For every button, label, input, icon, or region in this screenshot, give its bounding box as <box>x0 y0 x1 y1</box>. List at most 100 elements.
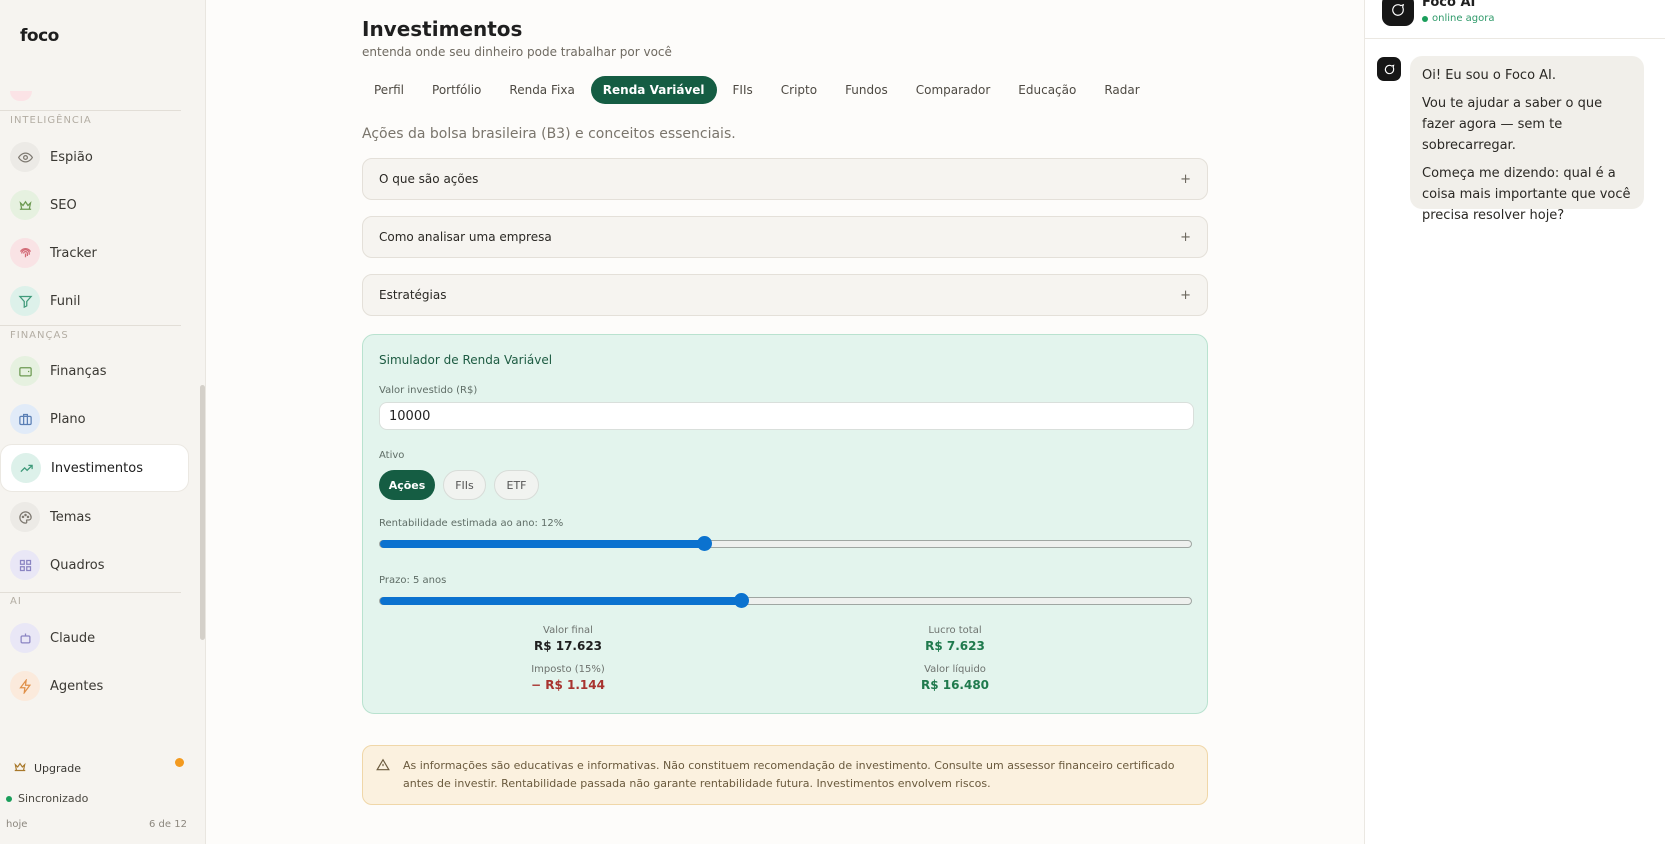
sidebar-item-tracker[interactable]: Tracker <box>0 229 189 277</box>
sidebar-item-plano[interactable]: Plano <box>0 395 189 443</box>
simulator-card: Simulador de Renda Variável Valor invest… <box>362 334 1208 714</box>
asset-option-fiis[interactable]: FIIs <box>443 470 486 500</box>
chat-header: Foco AI online agora <box>1365 0 1665 39</box>
divider <box>0 325 181 326</box>
sidebar-item-label: Tracker <box>50 245 97 261</box>
stat-label: Valor final <box>543 625 593 636</box>
stat-label: Imposto (15%) <box>531 664 605 675</box>
section-title-inteligencia: INTELIGÊNCIA <box>10 115 92 126</box>
term-slider[interactable] <box>379 593 1192 608</box>
upgrade-button[interactable]: Upgrade <box>13 760 81 777</box>
chat-avatar <box>1382 0 1414 26</box>
amount-label: Valor investido (R$) <box>379 385 478 396</box>
sidebar-item-label: Finanças <box>50 363 107 379</box>
tab-renda-fixa[interactable]: Renda Fixa <box>497 76 586 104</box>
progress-count: 6 de 12 <box>149 819 187 830</box>
logo[interactable]: foco <box>20 26 59 46</box>
tab-portfolio[interactable]: Portfólio <box>420 76 493 104</box>
stat-value: R$ 7.623 <box>925 639 985 653</box>
sidebar-scrollbar[interactable] <box>200 385 205 640</box>
chat-message: Oi! Eu sou o Foco AI. Vou te ajudar a sa… <box>1410 56 1644 223</box>
return-label: Rentabilidade estimada ao ano: 12% <box>379 518 564 529</box>
tab-fundos[interactable]: Fundos <box>833 76 900 104</box>
sidebar-item-espiao[interactable]: Espião <box>0 133 189 181</box>
sidebar-item-investimentos[interactable]: Investimentos <box>0 444 189 492</box>
tab-fiis[interactable]: FIIs <box>721 76 765 104</box>
sidebar-item-label: Funil <box>50 293 81 309</box>
palette-icon <box>10 502 40 532</box>
sidebar-item-claude[interactable]: Claude <box>0 614 189 662</box>
stat-final-value: Valor final R$ 17.623 <box>468 625 668 653</box>
sidebar-item-financas[interactable]: Finanças <box>0 347 189 395</box>
message-line: Oi! Eu sou o Foco AI. <box>1422 68 1557 83</box>
stat-tax: Imposto (15%) − R$ 1.144 <box>468 664 668 692</box>
crown-icon <box>10 190 40 220</box>
main-content: Investimentos entenda onde seu dinheiro … <box>207 0 1362 844</box>
message-line: Vou te ajudar a saber o que fazer agora … <box>1422 96 1603 153</box>
stat-profit: Lucro total R$ 7.623 <box>855 625 1055 653</box>
crown-icon <box>13 760 27 777</box>
accordion-o-que-sao-acoes[interactable]: O que são ações + <box>362 158 1208 200</box>
tab-cripto[interactable]: Cripto <box>769 76 829 104</box>
sidebar-item-label: Temas <box>50 509 92 525</box>
simulator-title: Simulador de Renda Variável <box>379 353 553 367</box>
bot-icon <box>10 623 40 653</box>
sidebar-item-label: Agentes <box>50 678 104 694</box>
disclaimer-text: As informações são educativas e informat… <box>403 759 1175 790</box>
tab-radar[interactable]: Radar <box>1092 76 1151 104</box>
tabs: Perfil Portfólio Renda Fixa Renda Variáv… <box>362 76 1152 104</box>
tab-renda-variavel[interactable]: Renda Variável <box>590 76 717 104</box>
fingerprint-icon <box>10 238 40 268</box>
sidebar-item-seo[interactable]: SEO <box>0 181 189 229</box>
section-intro: Ações da bolsa brasileira (B3) e conceit… <box>362 126 736 142</box>
sidebar: foco INTELIGÊNCIA Espião SEO Tracker Fun… <box>0 0 206 844</box>
chat-status: online agora <box>1422 13 1495 24</box>
stat-value: − R$ 1.144 <box>531 678 605 692</box>
disclaimer: As informações são educativas e informat… <box>362 745 1208 805</box>
slider-thumb[interactable] <box>734 593 749 608</box>
return-slider[interactable] <box>379 536 1192 551</box>
warning-icon <box>376 758 390 778</box>
sidebar-item-label: Espião <box>50 149 93 165</box>
divider <box>0 592 181 593</box>
message-avatar <box>1377 57 1401 81</box>
briefcase-icon <box>10 404 40 434</box>
stat-net-value: Valor líquido R$ 16.480 <box>855 664 1055 692</box>
plus-icon: + <box>1180 229 1191 245</box>
message-circle-icon <box>1392 3 1405 16</box>
sidebar-item-label: Plano <box>50 411 86 427</box>
eye-icon <box>10 142 40 172</box>
grid-icon <box>10 550 40 580</box>
message-line: Começa me dizendo: qual é a coisa mais i… <box>1422 166 1631 223</box>
accordion-como-analisar[interactable]: Como analisar uma empresa + <box>362 216 1208 258</box>
sync-label: Sincronizado <box>18 792 89 805</box>
sidebar-item-temas[interactable]: Temas <box>0 493 189 541</box>
page-subtitle: entenda onde seu dinheiro pode trabalhar… <box>362 45 672 59</box>
sidebar-item-funil[interactable]: Funil <box>0 277 189 325</box>
tab-educacao[interactable]: Educação <box>1006 76 1088 104</box>
sidebar-item-label: Investimentos <box>51 460 143 476</box>
trending-up-icon <box>11 453 41 483</box>
amount-input[interactable]: 10000 <box>379 402 1194 430</box>
stat-value: R$ 17.623 <box>533 639 603 653</box>
sidebar-item-agentes[interactable]: Agentes <box>0 662 189 710</box>
page-title: Investimentos <box>362 17 523 41</box>
plus-icon: + <box>1180 287 1191 303</box>
sidebar-item-label: Claude <box>50 630 96 646</box>
message-circle-icon <box>1384 63 1394 74</box>
notification-dot <box>175 758 184 767</box>
plus-icon: + <box>1180 171 1191 187</box>
bolt-icon <box>10 671 40 701</box>
tab-perfil[interactable]: Perfil <box>362 76 416 104</box>
sidebar-item-quadros[interactable]: Quadros <box>0 541 189 589</box>
term-label: Prazo: 5 anos <box>379 575 447 586</box>
accordion-estrategias[interactable]: Estratégias + <box>362 274 1208 316</box>
scrolled-item-icon <box>10 91 32 101</box>
divider <box>0 110 181 111</box>
slider-thumb[interactable] <box>697 536 712 551</box>
funnel-icon <box>10 286 40 316</box>
stat-label: Valor líquido <box>924 664 986 675</box>
asset-option-acoes[interactable]: Ações <box>379 470 435 500</box>
asset-option-etf[interactable]: ETF <box>494 470 539 500</box>
tab-comparador[interactable]: Comparador <box>904 76 1003 104</box>
